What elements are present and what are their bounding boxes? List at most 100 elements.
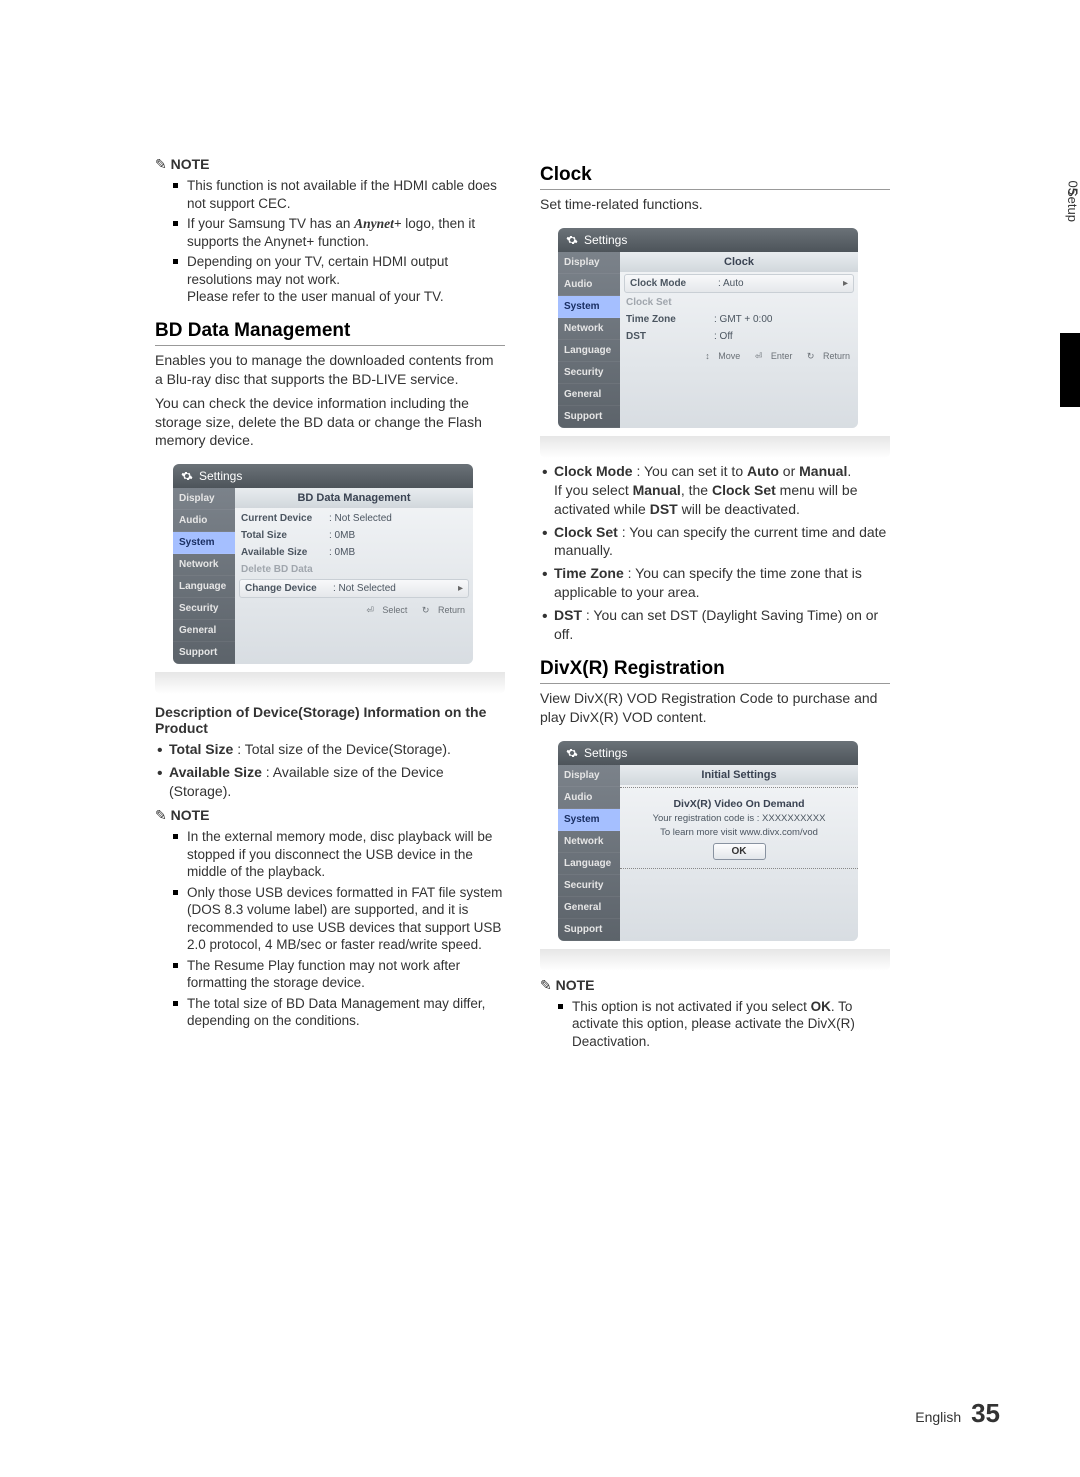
note2-item: The total size of BD Data Management may… [187,995,505,1030]
chevron-right-icon: ▸ [843,278,848,289]
nav-security[interactable]: Security [558,875,620,897]
chevron-right-icon: ▸ [458,583,463,594]
note1-item: If your Samsung TV has an Anynet+ logo, … [187,215,505,250]
text: : You can set it to [633,463,747,479]
panel1-nav: Display Audio System Network Language Se… [173,488,235,664]
nav-network[interactable]: Network [173,554,235,576]
bold: OK [811,999,831,1014]
desc-list: Total Size : Total size of the Device(St… [155,740,505,801]
note2-item: The Resume Play function may not work af… [187,957,505,992]
nav-audio[interactable]: Audio [558,274,620,296]
clock-desc-item: Time Zone : You can specify the time zon… [554,564,890,602]
desc-rest: : Total size of the Device(Storage). [233,741,451,757]
nav-system[interactable]: System [558,809,620,831]
note2-item: Only those USB devices formatted in FAT … [187,884,505,954]
nav-security[interactable]: Security [558,362,620,384]
note-heading-1: NOTE [155,156,505,173]
row-delete-bd: Delete BD Data [235,561,473,578]
panel1-title: BD Data Management [235,488,473,508]
nav-language[interactable]: Language [558,853,620,875]
hint-select: Select [382,605,407,615]
row-label: Change Device [245,583,333,594]
panel-header: Settings [558,228,858,252]
nav-display[interactable]: Display [173,488,235,510]
row-clock-mode[interactable]: Clock Mode: Auto▸ [624,274,854,293]
divx-heading: DivX(R) Registration [540,658,890,684]
nav-audio[interactable]: Audio [173,510,235,532]
move-icon: ↕ [705,351,710,361]
panel-header: Settings [173,464,473,488]
mid: or [779,463,799,479]
row-label: Time Zone [626,314,714,325]
hint-enter: Enter [771,351,793,361]
row-dst: DST: Off [620,328,858,345]
nav-general[interactable]: General [173,620,235,642]
row-val: : Off [714,331,852,342]
panel-shadow [155,672,505,694]
note2-item: In the external memory mode, disc playba… [187,828,505,881]
panel3-nav: Display Audio System Network Language Se… [558,765,620,941]
row-label: Clock Set [626,297,714,308]
row-val: : Auto [718,278,843,289]
note1-list: This function is not available if the HD… [155,177,505,306]
divx-settings-panel: Settings Display Audio System Network La… [558,741,858,941]
nav-system[interactable]: System [558,296,620,318]
row-label: Clock Mode [630,278,718,289]
nav-system[interactable]: System [173,532,235,554]
row-change-device[interactable]: Change Device: Not Selected▸ [239,579,469,598]
return-icon: ↻ [807,351,815,361]
note3-item: This option is not activated if you sele… [572,998,890,1051]
nav-support[interactable]: Support [558,919,620,941]
nav-security[interactable]: Security [173,598,235,620]
row-current-device: Current Device: Not Selected [235,510,473,527]
panel-shadow [540,436,890,458]
row-val: : Not Selected [333,583,458,594]
desc-bold: Total Size [169,741,233,757]
nav-support[interactable]: Support [558,406,620,428]
row-val: : GMT + 0:00 [714,314,852,325]
panel3-title: Initial Settings [620,765,858,785]
nav-language[interactable]: Language [173,576,235,598]
desc-item: Available Size : Available size of the D… [169,763,505,801]
enter-icon: ⏎ [755,351,763,361]
hint-move: Move [718,351,740,361]
row-val: : 0MB [329,530,467,541]
pre: This option is not activated if you sele… [572,999,811,1014]
chapter-label: Setup [1065,188,1080,222]
row-label: Delete BD Data [241,564,329,575]
panel2-hints: ↕ Move ⏎ Enter ↻ Return [620,345,858,364]
nav-network[interactable]: Network [558,831,620,853]
nav-support[interactable]: Support [173,642,235,664]
note-heading-2: NOTE [155,807,505,824]
clock-desc-item: DST : You can set DST (Daylight Saving T… [554,606,890,644]
lead: Clock Mode [554,463,633,479]
lead: Time Zone [554,565,624,581]
panel-header: Settings [558,741,858,765]
lead: DST [554,607,582,623]
bd-settings-panel: Settings Display Audio System Network La… [173,464,473,664]
desc-heading: Description of Device(Storage) Informati… [155,704,505,736]
panel2-nav: Display Audio System Network Language Se… [558,252,620,428]
tail: . [847,463,851,479]
panel-header-label: Settings [584,233,627,247]
b2: Auto [747,463,779,479]
divx-url-line: To learn more visit www.divx.com/vod [620,827,858,838]
footer-page: 35 [971,1398,1000,1428]
panel-shadow [540,949,890,971]
gear-icon [566,747,578,759]
nav-display[interactable]: Display [558,765,620,787]
panel1-hints: ⏎ Select ↻ Return [235,599,473,618]
note-heading-3: NOTE [540,977,890,994]
ok-button[interactable]: OK [713,843,766,860]
divx-intro: View DivX(R) VOD Registration Code to pu… [540,689,890,727]
nav-general[interactable]: General [558,384,620,406]
desc-item: Total Size : Total size of the Device(St… [169,740,505,759]
bd-p2: You can check the device information inc… [155,394,505,451]
nav-general[interactable]: General [558,897,620,919]
clock-desc-item: Clock Set : You can specify the current … [554,523,890,561]
nav-audio[interactable]: Audio [558,787,620,809]
nav-network[interactable]: Network [558,318,620,340]
return-icon: ↻ [422,605,430,615]
nav-language[interactable]: Language [558,340,620,362]
nav-display[interactable]: Display [558,252,620,274]
